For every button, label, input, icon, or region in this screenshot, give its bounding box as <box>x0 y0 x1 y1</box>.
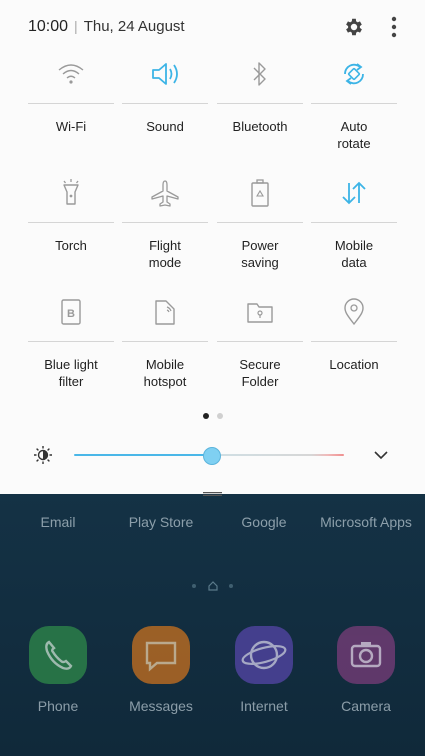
header-datetime: 10:00 | Thu, 24 August <box>28 18 185 36</box>
messages-icon <box>132 626 190 684</box>
home-app-label: Play Store <box>128 514 194 530</box>
tile-secure-folder[interactable]: Secure Folder <box>217 293 303 390</box>
svg-text:B: B <box>67 308 75 320</box>
brightness-slider-thumb[interactable] <box>202 447 221 465</box>
tile-mobile-data[interactable]: Mobile data <box>311 174 397 271</box>
page-dot[interactable] <box>216 413 223 419</box>
home-app-label: Messages <box>129 698 193 714</box>
location-pin-icon <box>311 293 397 331</box>
gear-icon[interactable] <box>343 16 365 43</box>
dock-app-camera[interactable]: Camera <box>314 626 418 714</box>
time-date-separator: | <box>74 18 78 34</box>
dock-app-phone[interactable]: Phone <box>6 626 110 714</box>
home-app-label: Email <box>40 514 76 530</box>
tile-label: Torch <box>55 238 87 253</box>
home-app-label: Camera <box>341 698 391 714</box>
airplane-icon <box>122 174 208 212</box>
dock-app-internet[interactable]: Internet <box>212 626 316 714</box>
home-app-label: Microsoft Apps <box>320 514 412 530</box>
tile-bluetooth[interactable]: Bluetooth <box>217 55 303 135</box>
tile-sound[interactable]: Sound <box>122 55 208 135</box>
tile-label: Mobile hotspot <box>143 357 187 389</box>
volume-icon <box>122 55 208 93</box>
drag-handle[interactable] <box>203 483 222 496</box>
home-app-label: Google <box>241 514 287 530</box>
tile-power-saving[interactable]: Power saving <box>217 174 303 271</box>
home-app-label: Internet <box>240 698 288 714</box>
torch-icon <box>28 174 114 212</box>
tile-wifi[interactable]: Wi-Fi <box>28 55 114 135</box>
tile-label: Blue light filter <box>44 357 98 389</box>
wifi-icon <box>28 55 114 93</box>
panel-header: 10:00 | Thu, 24 August <box>28 16 397 38</box>
internet-icon <box>235 626 293 684</box>
clock-time: 10:00 <box>28 18 69 35</box>
home-page-indicator <box>0 580 425 592</box>
data-arrows-icon <box>311 174 397 212</box>
quick-settings-panel: 10:00 | Thu, 24 August Wi-Fi Sound Bluet… <box>0 0 425 496</box>
tile-label: Flight mode <box>148 238 182 270</box>
hotspot-icon <box>122 293 208 331</box>
brightness-row <box>0 442 425 468</box>
tile-flight-mode[interactable]: Flight mode <box>122 174 208 271</box>
tile-location[interactable]: Location <box>311 293 397 373</box>
more-vert-icon[interactable] <box>391 16 397 43</box>
home-icon <box>207 581 218 591</box>
tile-mobile-hotspot[interactable]: Mobile hotspot <box>122 293 208 390</box>
tile-label: Auto rotate <box>337 119 371 151</box>
tile-auto-rotate[interactable]: Auto rotate <box>311 55 397 152</box>
date-text: Thu, 24 August <box>83 18 185 35</box>
chevron-down-icon[interactable] <box>373 448 389 466</box>
tile-label: Mobile data <box>334 238 374 270</box>
tile-label: Location <box>329 357 379 372</box>
phone-icon <box>29 626 87 684</box>
tile-label: Power saving <box>241 238 279 270</box>
blue-light-icon: B <box>28 293 114 331</box>
dock-app-messages[interactable]: Messages <box>109 626 213 714</box>
tile-torch[interactable]: Torch <box>28 174 114 254</box>
bluetooth-icon <box>217 55 303 93</box>
secure-folder-icon <box>217 293 303 331</box>
tile-blue-light-filter[interactable]: B Blue light filter <box>28 293 114 390</box>
auto-rotate-icon <box>311 55 397 93</box>
page-indicator <box>0 413 425 419</box>
tile-label: Wi-Fi <box>55 119 87 134</box>
tile-label: Bluetooth <box>232 119 288 134</box>
camera-icon <box>337 626 395 684</box>
battery-recycle-icon <box>217 174 303 212</box>
tile-label: Secure Folder <box>239 357 281 389</box>
page-dot-active[interactable] <box>202 413 209 419</box>
brightness-icon <box>33 445 53 470</box>
tile-label: Sound <box>146 119 184 134</box>
home-app-label: Phone <box>37 698 79 714</box>
